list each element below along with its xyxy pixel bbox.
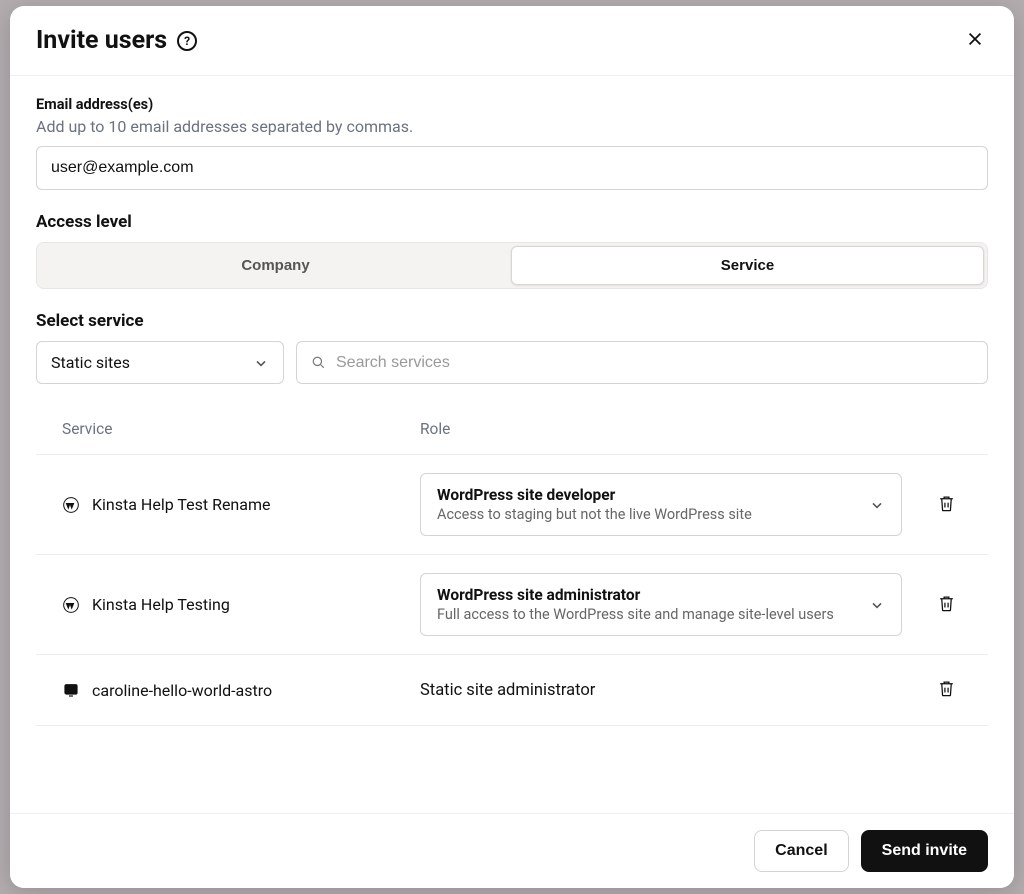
- service-search-input[interactable]: [336, 354, 973, 372]
- modal-header: Invite users ?: [10, 6, 1014, 76]
- service-name: Kinsta Help Test Rename: [92, 495, 270, 514]
- chevron-down-icon: [253, 355, 269, 371]
- send-invite-button[interactable]: Send invite: [861, 830, 988, 872]
- role-cell: Static site administrator: [420, 680, 902, 700]
- table-row: Kinsta Help Test Rename WordPress site d…: [36, 455, 988, 555]
- modal-title: Invite users: [36, 26, 167, 55]
- service-cell: caroline-hello-world-astro: [62, 681, 420, 700]
- service-role-table: Service Role Kinsta Help Test Rename Wor…: [36, 412, 988, 726]
- access-level-label: Access level: [36, 212, 988, 232]
- access-level-group: Company Service: [36, 242, 988, 289]
- service-type-value: Static sites: [51, 353, 130, 372]
- actions-cell: [902, 488, 962, 522]
- cancel-button[interactable]: Cancel: [754, 830, 848, 872]
- col-service-header: Service: [62, 420, 420, 438]
- close-icon: [966, 30, 984, 48]
- actions-cell: [902, 673, 962, 707]
- static-site-icon: [62, 681, 80, 699]
- delete-row-button[interactable]: [931, 488, 962, 522]
- help-icon[interactable]: ?: [177, 31, 197, 51]
- table-row: caroline-hello-world-astro Static site a…: [36, 655, 988, 726]
- modal-body: Email address(es) Add up to 10 email add…: [10, 76, 1014, 813]
- select-service-section: Select service Static sites: [36, 311, 988, 384]
- role-dropdown[interactable]: WordPress site developer Access to stagi…: [420, 473, 902, 536]
- role-title: WordPress site administrator: [437, 586, 834, 604]
- service-cell: Kinsta Help Testing: [62, 595, 420, 614]
- delete-row-button[interactable]: [931, 673, 962, 707]
- role-cell: WordPress site administrator Full access…: [420, 573, 902, 636]
- modal-footer: Cancel Send invite: [10, 813, 1014, 888]
- search-icon: [311, 355, 326, 370]
- service-type-dropdown[interactable]: Static sites: [36, 341, 284, 384]
- email-label: Email address(es): [36, 96, 988, 113]
- access-level-service[interactable]: Service: [511, 246, 984, 285]
- actions-cell: [902, 588, 962, 622]
- role-desc: Full access to the WordPress site and ma…: [437, 606, 834, 623]
- email-input[interactable]: [36, 146, 988, 190]
- role-title: Static site administrator: [420, 681, 595, 700]
- access-level-company[interactable]: Company: [40, 246, 511, 285]
- service-filter-row: Static sites: [36, 341, 988, 384]
- wordpress-icon: [62, 596, 80, 614]
- service-search-wrap[interactable]: [296, 341, 988, 384]
- col-role-header: Role: [420, 420, 902, 438]
- trash-icon: [937, 679, 956, 698]
- trash-icon: [937, 594, 956, 613]
- service-name: Kinsta Help Testing: [92, 595, 230, 614]
- close-button[interactable]: [962, 26, 988, 55]
- service-cell: Kinsta Help Test Rename: [62, 495, 420, 514]
- table-row: Kinsta Help Testing WordPress site admin…: [36, 555, 988, 655]
- delete-row-button[interactable]: [931, 588, 962, 622]
- email-section: Email address(es) Add up to 10 email add…: [36, 96, 988, 190]
- role-desc: Access to staging but not the live WordP…: [437, 506, 752, 523]
- role-title: WordPress site developer: [437, 486, 752, 504]
- role-dropdown[interactable]: WordPress site administrator Full access…: [420, 573, 902, 636]
- table-head: Service Role: [36, 412, 988, 455]
- service-name: caroline-hello-world-astro: [92, 681, 272, 700]
- chevron-down-icon: [869, 497, 885, 513]
- role-cell: WordPress site developer Access to stagi…: [420, 473, 902, 536]
- invite-users-modal: Invite users ? Email address(es) Add up …: [10, 6, 1014, 888]
- wordpress-icon: [62, 496, 80, 514]
- select-service-label: Select service: [36, 311, 988, 331]
- chevron-down-icon: [869, 597, 885, 613]
- col-actions-header: [902, 420, 962, 438]
- access-level-section: Access level Company Service: [36, 212, 988, 289]
- trash-icon: [937, 494, 956, 513]
- email-help: Add up to 10 email addresses separated b…: [36, 117, 988, 136]
